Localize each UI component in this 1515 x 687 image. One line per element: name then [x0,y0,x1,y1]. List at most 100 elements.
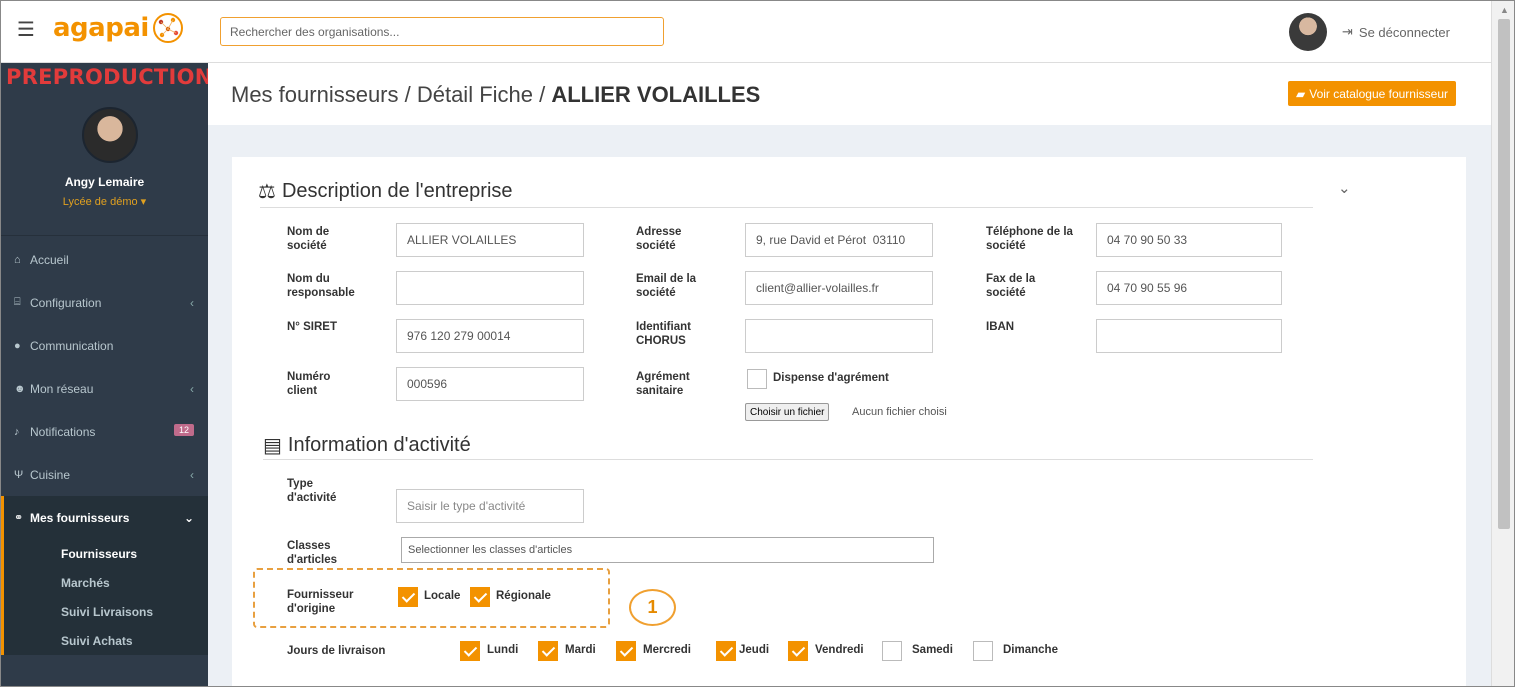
logout-label: Se déconnecter [1358,24,1450,40]
delivery-samedi-checkbox[interactable] [882,641,902,661]
delivery-jeudi-label: Jeudi [739,644,770,656]
dispense-label: Dispense d'agrément [773,372,889,384]
divider [260,207,1313,208]
notification-badge: 12 [173,424,194,436]
file-status-text: Aucun fichier choisi [852,406,947,418]
users-icon: ☻ [14,382,26,395]
avatar [82,107,138,163]
app-window: ☰ agapai ⇥ Se déconnecter PREPRODUCTION … [0,0,1515,687]
school-selector[interactable]: Lycée de démo ▾ [1,195,208,208]
view-catalog-button[interactable]: ▰ Voir catalogue fournisseur [1288,81,1456,106]
siret-label: N° SIRET [287,321,337,333]
app-logo[interactable]: agapai [53,9,185,47]
logo-text: agapai [53,13,149,43]
phone-label: Téléphone de la société [986,226,1073,252]
sidebar-item-label: Mon réseau [30,381,94,396]
email-field[interactable] [745,271,933,305]
breadcrumb-path: Mes fournisseurs / Détail Fiche / [231,82,552,107]
bank-icon: ⌸ [14,296,21,308]
home-icon: ⌂ [14,253,21,266]
chorus-id-label: Identifiant CHORUS [636,321,691,347]
iban-field[interactable] [1096,319,1282,353]
sidebar-item-label: Cuisine [30,467,71,482]
logout-button[interactable]: ⇥ Se déconnecter [1342,24,1450,40]
sidebar-item-label: Communication [30,338,114,353]
choose-file-button[interactable]: Choisir un fichier [745,403,830,421]
sidebar-subitem-fournisseurs[interactable]: Fournisseurs [4,539,208,568]
chevron-left-icon: ‹ [190,467,194,482]
sidebar-item-label: Notifications [30,424,96,439]
chevron-down-icon[interactable]: ⌄ [1338,179,1351,197]
view-catalog-label: Voir catalogue fournisseur [1309,86,1448,101]
chorus-id-field[interactable] [745,319,933,353]
activity-type-label: Type d'activité [287,478,337,504]
activity-type-field[interactable] [396,489,584,523]
user-name: Angy Lemaire [64,175,145,189]
sidebar-subitem-suivi-livraisons[interactable]: Suivi Livraisons [4,597,208,626]
sidebar-nav: ⌂ Accueil ⌸ Configuration ‹ ● Communicat… [1,238,208,655]
delivery-vendredi-checkbox[interactable] [788,641,808,661]
cutlery-icon: Ψ [14,468,24,481]
article-classes-select[interactable] [401,537,934,563]
delivery-mardi-label: Mardi [565,644,596,656]
delivery-lundi-label: Lundi [487,644,519,656]
sidebar: PREPRODUCTION Angy Lemaire Lycée de démo… [1,63,212,686]
sidebar-item-communication[interactable]: ● Communication [1,324,208,367]
chevron-down-icon: ⌄ [183,510,194,525]
sidebar-item-mon-reseau[interactable]: ☻ Mon réseau ‹ [1,367,208,410]
iban-label: IBAN [986,321,1015,333]
manager-name-field[interactable] [396,271,584,305]
search-organisations-input[interactable] [220,17,664,46]
environment-label: PREPRODUCTION [6,65,213,89]
company-name-field[interactable] [396,223,584,257]
page-header: Mes fournisseurs / Détail Fiche / ALLIER… [208,63,1491,125]
dispense-checkbox[interactable] [747,369,767,389]
delivery-mardi-checkbox[interactable] [538,641,558,661]
fax-field[interactable] [1096,271,1282,305]
siret-field[interactable] [396,319,584,353]
article-classes-label: Classes d'articles [287,540,338,566]
sidebar-item-cuisine[interactable]: Ψ Cuisine ‹ [1,453,208,496]
hamburger-menu-icon[interactable]: ☰ [17,20,35,40]
delivery-mercredi-checkbox[interactable] [616,641,636,661]
delivery-vendredi-label: Vendredi [815,644,864,656]
avatar[interactable] [1289,13,1327,51]
sidebar-item-configuration[interactable]: ⌸ Configuration ‹ [1,281,208,324]
vertical-scrollbar[interactable]: ▲ [1491,1,1514,686]
balance-scale-icon: ⚖ [258,181,276,203]
breadcrumb-current: ALLIER VOLAILLES [551,82,761,107]
divider [263,459,1313,460]
manager-name-label: Nom du responsable [287,273,355,299]
sidebar-item-notifications[interactable]: ♪ Notifications 12 [1,410,208,453]
sidebar-subitem-marches[interactable]: Marchés [4,568,208,597]
delivery-jeudi-checkbox[interactable] [716,641,736,661]
sign-out-icon: ⇥ [1342,24,1353,39]
phone-field[interactable] [1096,223,1282,257]
delivery-samedi-label: Samedi [912,644,953,656]
globe-logo-icon [152,13,183,43]
scroll-up-icon[interactable]: ▲ [1500,5,1509,15]
address-field[interactable] [745,223,933,257]
annotation-callout: 1 [629,589,676,626]
sidebar-item-label: Accueil [30,252,69,267]
sanitary-approval-label: Agrément sanitaire [636,371,690,397]
sidebar-item-accueil[interactable]: ⌂ Accueil [1,238,208,281]
bell-icon: ♪ [14,425,20,438]
sidebar-submenu: Fournisseurs Marchés Suivi Livraisons Su… [1,539,208,655]
client-number-field[interactable] [396,367,584,401]
book-icon: ▰ [1296,86,1306,101]
delivery-dimanche-label: Dimanche [1003,644,1058,656]
comments-icon: ● [14,339,21,352]
divider [1,235,208,236]
delivery-lundi-checkbox[interactable] [460,641,480,661]
fax-label: Fax de la société [986,273,1036,299]
email-label: Email de la société [636,273,697,299]
breadcrumb: Mes fournisseurs / Détail Fiche / ALLIER… [231,82,760,108]
chevron-left-icon: ‹ [190,295,194,310]
annotation-highlight-box [253,568,610,628]
delivery-dimanche-checkbox[interactable] [973,641,993,661]
scrollbar-thumb[interactable] [1498,19,1510,529]
sidebar-subitem-suivi-achats[interactable]: Suivi Achats [4,626,208,655]
sidebar-item-mes-fournisseurs[interactable]: ⚭ Mes fournisseurs ⌄ [1,496,208,539]
chevron-left-icon: ‹ [190,381,194,396]
